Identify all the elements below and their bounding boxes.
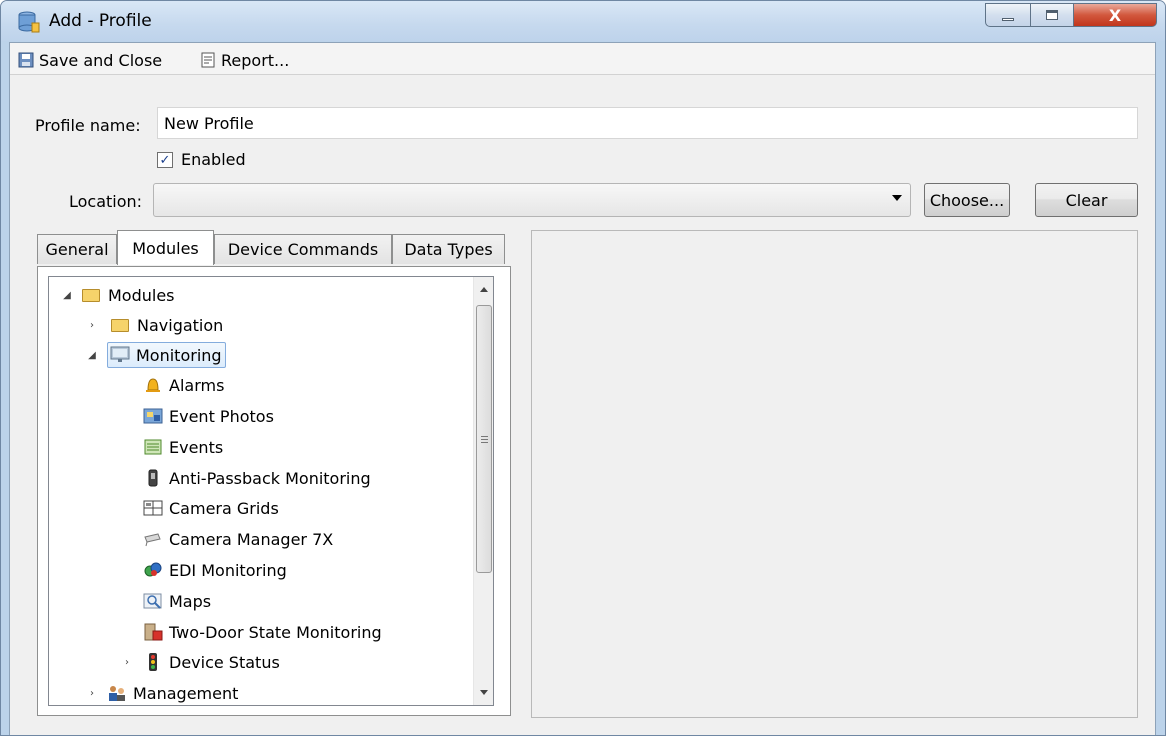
scrollbar-thumb[interactable] [476, 305, 492, 573]
profile-name-value: New Profile [164, 113, 254, 133]
choose-label: Choose... [929, 190, 1005, 210]
close-icon: X [1108, 5, 1122, 25]
grip-icon [481, 436, 488, 437]
tree-node-label: Management [133, 683, 239, 703]
tree-node-label: EDI Monitoring [169, 560, 287, 580]
tab-modules[interactable]: Modules [117, 230, 214, 265]
tree-node-label: Monitoring [136, 345, 222, 365]
tree-node-camera-grids[interactable]: Camera Grids [143, 495, 279, 521]
bell-icon [146, 378, 160, 392]
tree-node-camera-manager[interactable]: Camera Manager 7X [143, 526, 333, 552]
tree-node-label: Camera Manager 7X [169, 529, 334, 549]
tree-node-label: Anti-Passback Monitoring [169, 468, 371, 488]
client-area: Save and Close Report... Profile name: N… [9, 42, 1156, 735]
check-mark-icon: ✓ [159, 152, 171, 168]
tree-node-events[interactable]: Events [143, 434, 223, 460]
tree-node-event-photos[interactable]: Event Photos [143, 403, 274, 429]
tab-device-commands[interactable]: Device Commands [214, 234, 392, 264]
tab-general[interactable]: General [37, 234, 117, 264]
tree-node-anti-passback[interactable]: Anti-Passback Monitoring [143, 465, 371, 491]
report-button[interactable]: Report... [200, 48, 289, 72]
scroll-down-arrow-icon[interactable] [480, 690, 488, 695]
folder-icon [82, 286, 102, 304]
enabled-label: Enabled [181, 150, 246, 169]
add-profile-window: Add - Profile X Save and Close Report...… [0, 0, 1166, 736]
map-icon [143, 593, 162, 609]
edi-icon [144, 562, 162, 577]
enabled-checkbox[interactable]: ✓ [157, 152, 173, 168]
camera-icon [144, 533, 161, 547]
maximize-button[interactable] [1030, 3, 1074, 27]
collapsed-arrow-icon[interactable]: › [121, 656, 133, 668]
minimize-icon [1002, 17, 1014, 21]
tree-node-label: Maps [169, 591, 212, 611]
tree-node-label: Navigation [137, 315, 224, 335]
save-and-close-label: Save and Close [39, 50, 163, 70]
monitor-icon [110, 346, 130, 362]
grid-icon [143, 500, 163, 516]
choose-button[interactable]: Choose... [924, 183, 1010, 217]
tree-node-label: Alarms [169, 375, 225, 395]
modules-tree[interactable]: ◢ Modules › Navigation ◢ Monitoring Alar… [48, 276, 494, 706]
close-button[interactable]: X [1073, 3, 1157, 27]
chevron-down-icon [892, 195, 902, 201]
tab-data-types[interactable]: Data Types [392, 234, 505, 264]
maximize-icon [1046, 10, 1058, 20]
report-label: Report... [221, 50, 290, 70]
profile-name-label: Profile name: [35, 116, 141, 135]
traffic-light-icon [149, 653, 157, 671]
minimize-button[interactable] [985, 3, 1031, 27]
title-bar[interactable]: Add - Profile X [1, 1, 1165, 41]
collapsed-arrow-icon[interactable]: › [86, 687, 98, 699]
location-label: Location: [69, 192, 143, 211]
tree-scrollbar[interactable] [473, 277, 493, 705]
tab-label: Device Commands [227, 240, 379, 259]
tab-label: General [45, 240, 109, 259]
tree-node-label: Modules [108, 285, 175, 305]
collapsed-arrow-icon[interactable]: › [86, 319, 98, 331]
tree-node-label: Device Status [169, 652, 280, 672]
tree-node-label: Events [169, 437, 224, 457]
scroll-up-arrow-icon[interactable] [480, 287, 488, 292]
tree-node-label: Two-Door State Monitoring [169, 622, 382, 642]
tree-node-label: Event Photos [169, 406, 274, 426]
door-icon [144, 623, 163, 641]
floppy-disk-icon [18, 52, 34, 68]
tab-label: Data Types [404, 240, 493, 259]
toolbar: Save and Close Report... [10, 43, 1155, 75]
folder-icon [111, 316, 131, 334]
tree-node-maps[interactable]: Maps [143, 588, 211, 614]
expanded-arrow-icon[interactable]: ◢ [86, 349, 98, 361]
events-icon [144, 439, 162, 455]
clear-button[interactable]: Clear [1035, 183, 1138, 217]
tree-node-two-door-state[interactable]: Two-Door State Monitoring [143, 619, 382, 645]
clear-label: Clear [1065, 190, 1108, 210]
profile-name-field[interactable]: New Profile [157, 107, 1138, 139]
save-and-close-button[interactable]: Save and Close [18, 48, 162, 72]
modules-tab-panel: ◢ Modules › Navigation ◢ Monitoring Alar… [37, 266, 511, 716]
tree-node-label: Camera Grids [169, 498, 279, 518]
tree-node-edi-monitoring[interactable]: EDI Monitoring [143, 557, 287, 583]
passback-icon [148, 469, 158, 487]
expanded-arrow-icon[interactable]: ◢ [61, 289, 73, 301]
database-icon [18, 11, 40, 33]
report-icon [201, 52, 215, 68]
people-icon [109, 686, 125, 701]
tab-label: Modules [132, 238, 199, 258]
location-dropdown[interactable] [153, 183, 911, 217]
window-title: Add - Profile [49, 11, 152, 31]
details-panel [531, 230, 1138, 718]
photo-icon [143, 408, 163, 424]
tree-node-alarms[interactable]: Alarms [143, 372, 224, 398]
